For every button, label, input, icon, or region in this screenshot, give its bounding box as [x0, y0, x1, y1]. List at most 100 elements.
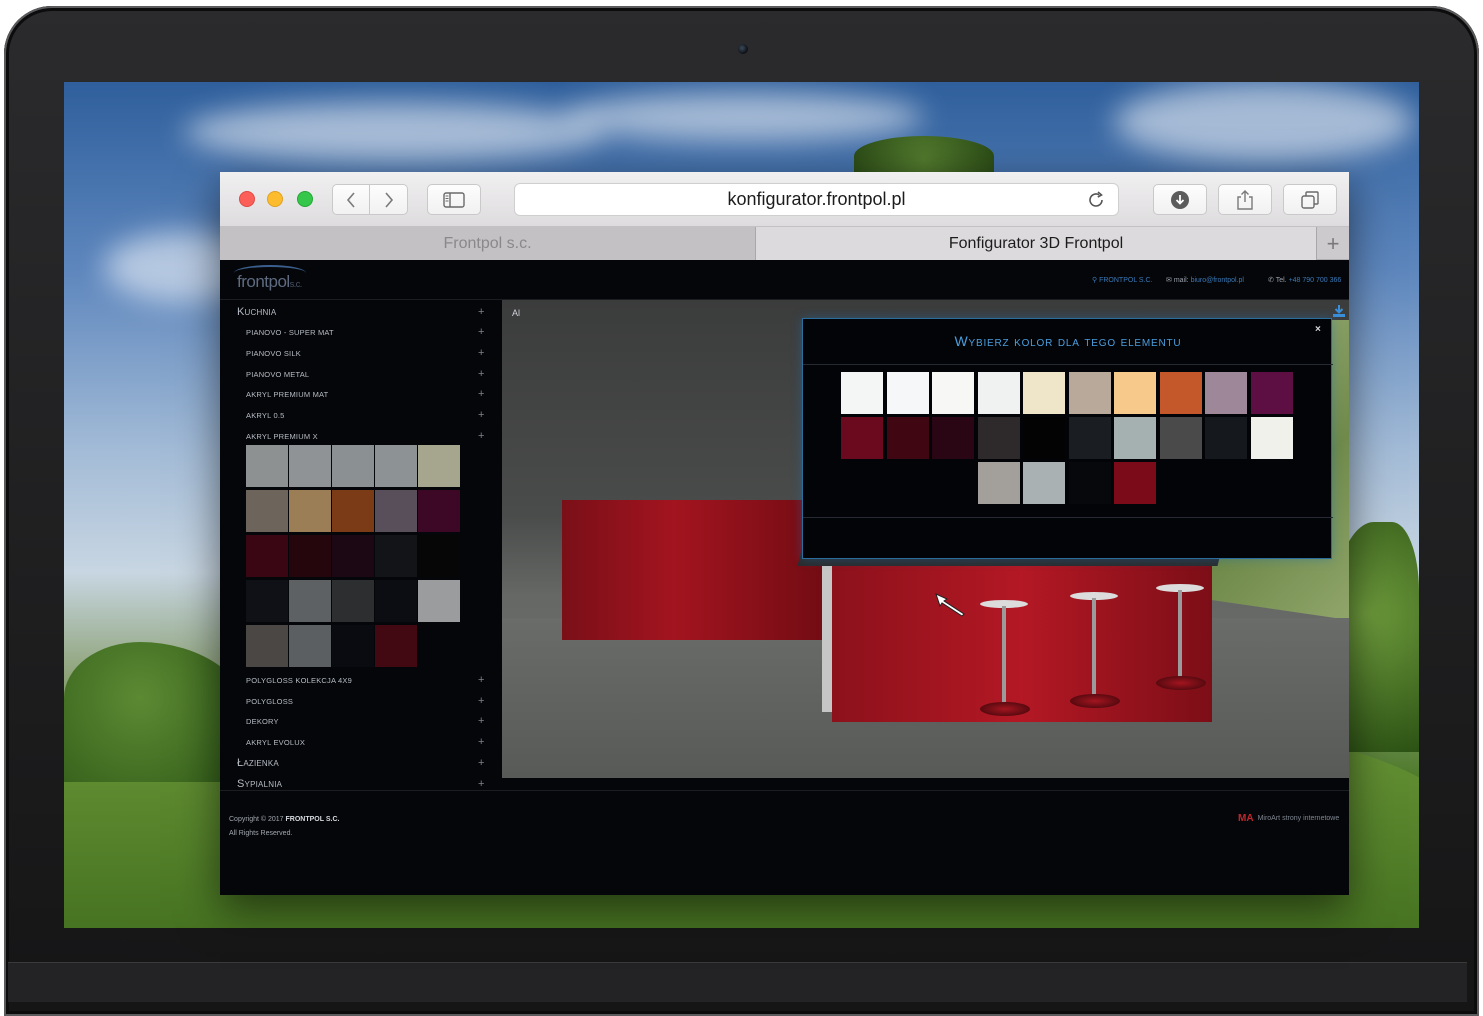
color-swatch[interactable] — [1250, 417, 1293, 459]
color-swatch[interactable] — [332, 445, 374, 487]
color-swatch[interactable] — [289, 580, 331, 622]
author-credit[interactable]: MA MiroArt strony internetowe — [1238, 813, 1339, 824]
contact-mail[interactable]: ✉ mail: biuro@frontpol.pl — [1166, 276, 1244, 284]
menu-item[interactable]: PIANOVO SILK + — [220, 344, 490, 362]
reload-icon[interactable] — [1086, 190, 1106, 210]
menu-item[interactable]: AKRYL PREMIUM MAT + — [220, 385, 490, 403]
menu-item[interactable]: DEKORY + — [220, 712, 490, 730]
color-swatch[interactable] — [932, 372, 974, 414]
expand-icon[interactable]: + — [478, 715, 484, 727]
mail-link[interactable]: biuro@frontpol.pl — [1191, 277, 1244, 284]
expand-icon[interactable]: + — [478, 306, 484, 318]
color-swatch[interactable] — [841, 417, 883, 459]
color-swatch[interactable] — [332, 535, 374, 577]
color-swatch[interactable] — [332, 490, 374, 532]
expand-icon[interactable]: + — [478, 409, 484, 421]
color-swatch[interactable] — [1068, 462, 1111, 504]
expand-icon[interactable]: + — [478, 736, 484, 748]
minimize-window-button[interactable] — [267, 191, 283, 207]
downloads-button[interactable] — [1153, 184, 1207, 215]
expand-icon[interactable]: + — [478, 674, 484, 686]
color-swatch[interactable] — [1250, 372, 1293, 414]
color-swatch[interactable] — [246, 445, 288, 487]
color-swatch[interactable] — [375, 445, 417, 487]
color-swatch[interactable] — [1114, 417, 1156, 459]
color-swatch[interactable] — [332, 580, 374, 622]
site-logo[interactable]: frontpols.c. — [237, 272, 302, 292]
color-swatch[interactable] — [289, 625, 331, 667]
tel-link[interactable]: +48 790 700 366 — [1289, 277, 1342, 284]
address-bar[interactable]: konfigurator.frontpol.pl — [514, 183, 1119, 216]
expand-icon[interactable]: + — [478, 368, 484, 380]
color-swatch[interactable] — [1068, 372, 1111, 414]
3d-viewer[interactable]: Al Wybierz kolor dla tego elementu × — [502, 300, 1349, 778]
share-button[interactable] — [1218, 184, 1272, 215]
color-swatch[interactable] — [1023, 372, 1065, 414]
color-swatch[interactable] — [418, 535, 460, 577]
credit-text[interactable]: MiroArt strony internetowe — [1258, 815, 1340, 822]
menu-lazienka[interactable]: Łazienka + — [220, 754, 490, 772]
color-swatch[interactable] — [841, 372, 883, 414]
menu-item[interactable]: POLYGLOSS + — [220, 692, 490, 710]
color-swatch[interactable] — [332, 625, 374, 667]
color-swatch[interactable] — [289, 445, 331, 487]
color-swatch[interactable] — [289, 535, 331, 577]
expand-icon[interactable]: + — [478, 326, 484, 338]
menu-item[interactable]: PIANOVO - SUPER MAT + — [220, 323, 490, 341]
forward-button[interactable] — [370, 184, 408, 215]
menu-item[interactable]: PIANOVO METAL + — [220, 365, 490, 383]
color-swatch[interactable] — [375, 490, 417, 532]
color-swatch[interactable] — [246, 580, 288, 622]
color-swatch[interactable] — [418, 445, 460, 487]
menu-kuchnia[interactable]: Kuchnia + — [220, 303, 490, 321]
color-swatch[interactable] — [977, 462, 1020, 504]
close-window-button[interactable] — [239, 191, 255, 207]
color-swatch[interactable] — [977, 372, 1020, 414]
color-swatch[interactable] — [375, 580, 417, 622]
color-swatch[interactable] — [1205, 417, 1247, 459]
color-swatch[interactable] — [246, 625, 288, 667]
expand-icon[interactable]: + — [478, 430, 484, 442]
sidebar-toggle-button[interactable] — [427, 184, 481, 215]
menu-item[interactable]: AKRYL PREMIUM X + — [220, 427, 490, 445]
menu-item[interactable]: AKRYL 0.5 + — [220, 406, 490, 424]
contact-phone[interactable]: ✆ Tel. +48 790 700 366 — [1268, 276, 1341, 284]
expand-icon[interactable]: + — [478, 388, 484, 400]
tab-frontpol[interactable]: Frontpol s.c. — [220, 227, 755, 260]
color-swatch[interactable] — [977, 417, 1020, 459]
scene-cabinets[interactable] — [562, 500, 842, 640]
color-swatch[interactable] — [375, 625, 417, 667]
color-swatch[interactable] — [886, 372, 929, 414]
show-tabs-button[interactable] — [1283, 184, 1337, 215]
color-swatch[interactable] — [1023, 417, 1065, 459]
new-tab-button[interactable]: + — [1317, 227, 1349, 260]
color-swatch[interactable] — [1023, 462, 1065, 504]
color-swatch[interactable] — [1068, 417, 1111, 459]
back-button[interactable] — [332, 184, 370, 215]
scene-island-fronts[interactable] — [832, 562, 1212, 722]
close-icon[interactable]: × — [1315, 324, 1321, 335]
menu-item[interactable]: AKRYL EVOLUX + — [220, 733, 490, 751]
color-swatch[interactable] — [1114, 372, 1156, 414]
expand-icon[interactable]: + — [478, 778, 484, 790]
menu-item[interactable]: POLYGLOSS KOLEKCJA 4X9 + — [220, 671, 490, 689]
expand-icon[interactable]: + — [478, 695, 484, 707]
color-swatch[interactable] — [1205, 372, 1247, 414]
expand-icon[interactable]: + — [478, 757, 484, 769]
color-swatch[interactable] — [1159, 372, 1202, 414]
color-swatch[interactable] — [1114, 462, 1156, 504]
tab-configurator[interactable]: Fonfigurator 3D Frontpol — [755, 227, 1317, 260]
color-swatch[interactable] — [289, 490, 331, 532]
color-swatch[interactable] — [246, 490, 288, 532]
maximize-window-button[interactable] — [297, 191, 313, 207]
color-swatch[interactable] — [418, 580, 460, 622]
color-swatch[interactable] — [375, 535, 417, 577]
color-swatch[interactable] — [932, 417, 974, 459]
expand-icon[interactable]: + — [478, 347, 484, 359]
color-swatch[interactable] — [418, 490, 460, 532]
menu-label: AKRYL PREMIUM X — [246, 431, 318, 441]
download-icon[interactable] — [1332, 304, 1346, 321]
color-swatch[interactable] — [246, 535, 288, 577]
color-swatch[interactable] — [1159, 417, 1202, 459]
color-swatch[interactable] — [886, 417, 929, 459]
